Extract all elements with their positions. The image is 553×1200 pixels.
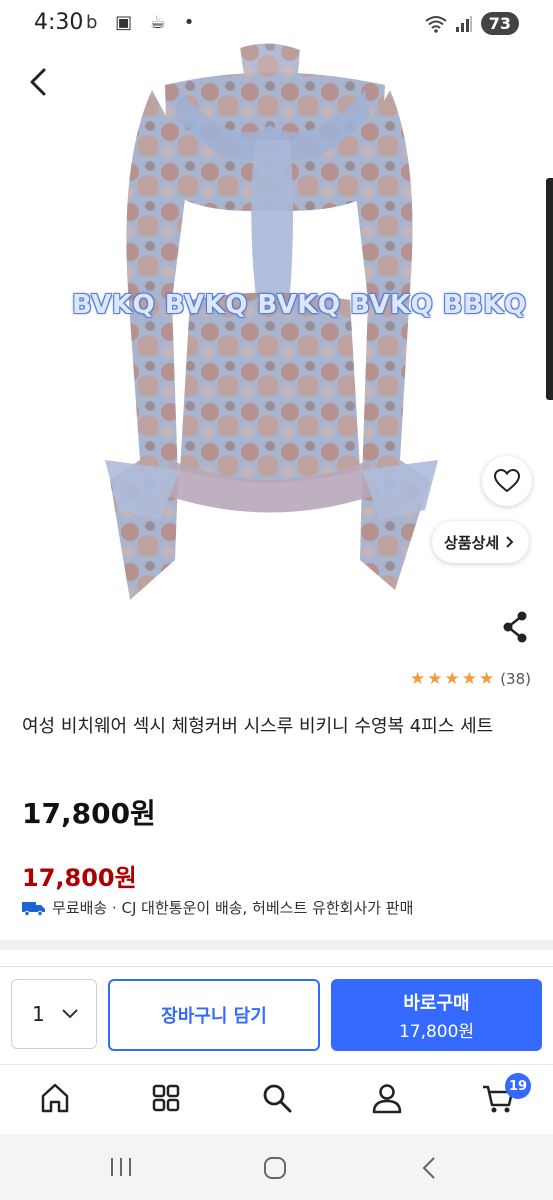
review-count[interactable]: (38) [500,670,531,688]
status-time: 4:30 [34,10,84,35]
rating[interactable]: ★ ★ ★ ★ ★ (38) [410,669,531,689]
category-icon [152,1084,180,1112]
search-icon [263,1084,292,1113]
home-icon [41,1083,69,1113]
divider-line [0,966,553,967]
nav-my-account[interactable] [370,1081,404,1115]
system-navigation-bar [0,1134,553,1200]
image-watermark: BVKQ BVKQ BVKQ BVKQ BBKQ [72,290,527,320]
bottom-nav [0,1064,553,1135]
quantity-select[interactable]: 1 [11,979,97,1049]
star-icon: ★ [461,669,477,689]
back-arrow-icon [30,68,46,96]
status-right: 73 [425,12,519,35]
quantity-value: 1 [32,1002,45,1026]
sale-price: 17,800원 [22,864,137,892]
share-button[interactable] [500,610,530,644]
heart-icon [494,469,520,493]
shipping-text: 무료배송 · CJ 대한통운이 배송, 허베스트 유한회사가 판매 [52,899,414,917]
nav-search[interactable] [260,1081,294,1115]
buy-now-button[interactable]: 바로구매 17,800원 [331,979,542,1051]
product-detail-label: 상품상세 [444,533,500,552]
status-notification-icons: b ▣ ☕ • [86,12,201,33]
user-icon [372,1084,402,1114]
nav-home[interactable] [38,1081,72,1115]
star-icon: ★ [409,669,426,689]
product-price: 17,800원 [22,797,156,830]
cart-count-badge: 19 [505,1073,531,1099]
battery-indicator: 73 [480,12,519,35]
share-icon [503,611,527,643]
recent-apps-icon[interactable] [108,1156,134,1178]
wishlist-button[interactable] [482,456,532,506]
truck-icon [22,901,45,916]
star-icon: ★ [427,669,443,689]
shipping-info: 무료배송 · CJ 대한통운이 배송, 허베스트 유한회사가 판매 [22,897,413,918]
section-divider [0,940,553,950]
add-to-cart-button[interactable]: 장바구니 담기 [108,979,320,1051]
buy-now-price: 17,800원 [398,1021,475,1042]
back-button[interactable] [22,62,56,102]
star-icon: ★ [478,669,495,689]
wifi-icon [425,15,447,33]
chevron-down-icon [62,1009,78,1019]
star-icon: ★ [444,669,460,689]
chevron-right-icon [506,536,514,548]
product-detail-button[interactable]: 상품상세 [432,521,530,563]
scroll-indicator [546,178,553,400]
nav-category[interactable] [149,1081,183,1115]
product-title: 여성 비치웨어 섹시 체형커버 시스루 비키니 수영복 4피스 세트 [22,716,494,737]
system-back-icon[interactable] [420,1156,440,1180]
buy-now-label: 바로구매 [403,992,470,1014]
signal-icon [455,15,472,32]
home-button-icon[interactable] [263,1156,287,1180]
